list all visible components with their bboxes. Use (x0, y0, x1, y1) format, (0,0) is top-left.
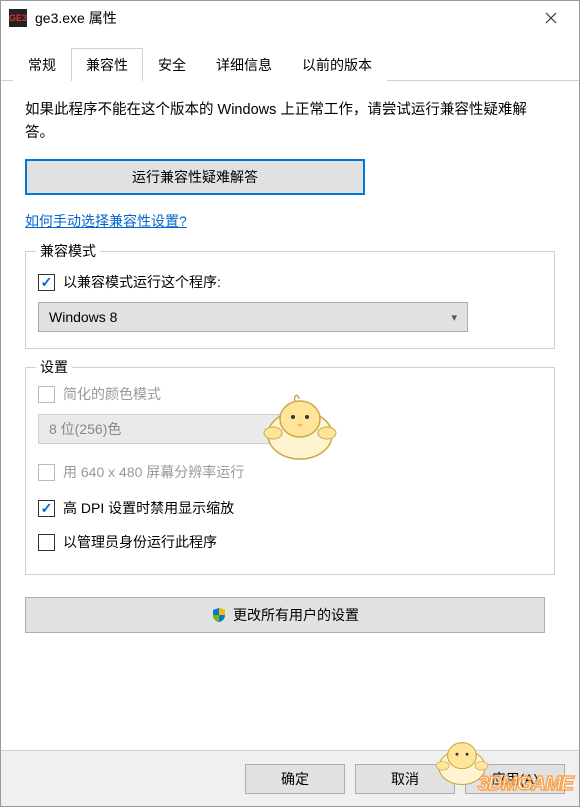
tab-previous-versions[interactable]: 以前的版本 (287, 48, 387, 81)
run-as-admin-label: 以管理员身份运行此程序 (63, 532, 217, 552)
color-depth-value: 8 位(256)色 (49, 419, 121, 439)
color-depth-select: 8 位(256)色 ▾ (38, 414, 298, 444)
disable-dpi-scaling-label: 高 DPI 设置时禁用显示缩放 (63, 498, 234, 518)
reduced-color-label: 简化的颜色模式 (63, 384, 161, 404)
settings-group-label: 设置 (36, 357, 72, 377)
change-all-users-button[interactable]: 更改所有用户的设置 (25, 597, 545, 633)
window-title: ge3.exe 属性 (35, 8, 531, 28)
manual-settings-link[interactable]: 如何手动选择兼容性设置? (25, 211, 187, 231)
chevron-down-icon: ▾ (451, 311, 457, 324)
titlebar: GE3 ge3.exe 属性 (1, 1, 579, 35)
settings-group: 设置 简化的颜色模式 8 位(256)色 ▾ 用 640 x 480 屏幕分辨率… (25, 367, 555, 575)
run-troubleshooter-button[interactable]: 运行兼容性疑难解答 (25, 159, 365, 195)
change-all-users-label: 更改所有用户的设置 (233, 605, 359, 625)
tab-compatibility[interactable]: 兼容性 (71, 48, 143, 81)
compat-mode-checkbox[interactable] (38, 274, 55, 291)
tab-content: 如果此程序不能在这个版本的 Windows 上正常工作，请尝试运行兼容性疑难解答… (1, 81, 579, 651)
properties-window: GE3 ge3.exe 属性 常规 兼容性 安全 详细信息 以前的版本 如果此程… (0, 0, 580, 807)
reduced-color-row: 简化的颜色模式 (38, 384, 542, 404)
ok-button[interactable]: 确定 (245, 764, 345, 794)
tab-general[interactable]: 常规 (13, 48, 71, 81)
run-640x480-label: 用 640 x 480 屏幕分辨率运行 (63, 462, 244, 482)
tab-strip: 常规 兼容性 安全 详细信息 以前的版本 (1, 47, 579, 81)
run-640x480-row: 用 640 x 480 屏幕分辨率运行 (38, 462, 542, 482)
compat-mode-group-label: 兼容模式 (36, 241, 100, 261)
chevron-down-icon: ▾ (281, 423, 287, 436)
disable-dpi-scaling-checkbox[interactable] (38, 500, 55, 517)
cancel-button[interactable]: 取消 (355, 764, 455, 794)
compat-mode-selected-value: Windows 8 (49, 309, 117, 325)
disable-dpi-scaling-row: 高 DPI 设置时禁用显示缩放 (38, 498, 542, 518)
compat-mode-os-select[interactable]: Windows 8 ▾ (38, 302, 468, 332)
close-icon (545, 12, 557, 24)
watermark-text: 3DMGAME (478, 773, 573, 796)
reduced-color-checkbox (38, 386, 55, 403)
tab-security[interactable]: 安全 (143, 48, 201, 81)
shield-icon (211, 607, 227, 623)
run-as-admin-checkbox[interactable] (38, 534, 55, 551)
compatibility-mode-group: 兼容模式 以兼容模式运行这个程序: Windows 8 ▾ (25, 251, 555, 349)
compat-mode-checkbox-row: 以兼容模式运行这个程序: (38, 272, 542, 292)
compat-mode-checkbox-label: 以兼容模式运行这个程序: (63, 272, 221, 292)
run-640x480-checkbox (38, 464, 55, 481)
close-button[interactable] (531, 3, 571, 33)
run-as-admin-row: 以管理员身份运行此程序 (38, 532, 542, 552)
app-icon: GE3 (9, 9, 27, 27)
tab-details[interactable]: 详细信息 (201, 48, 287, 81)
compatibility-intro-text: 如果此程序不能在这个版本的 Windows 上正常工作，请尝试运行兼容性疑难解答… (25, 99, 555, 145)
